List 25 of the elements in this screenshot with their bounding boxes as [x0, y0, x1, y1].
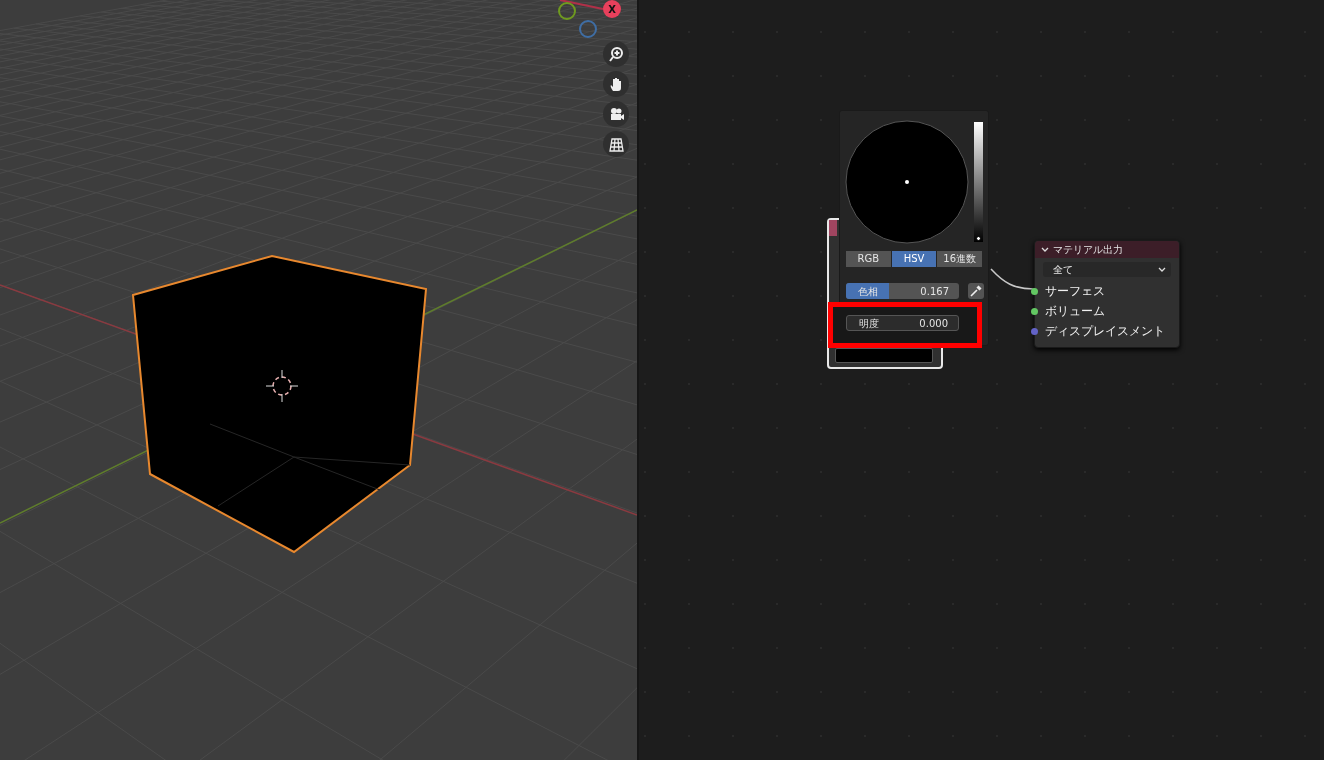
color-mode-tab[interactable]: RGB	[846, 251, 891, 267]
socket-label: サーフェス	[1045, 283, 1105, 300]
socket-dot[interactable]	[1031, 307, 1038, 315]
axis-gizmo-line	[559, 0, 604, 10]
socket-label: ボリューム	[1045, 303, 1105, 320]
value-field[interactable]: 色相 0.167	[846, 283, 959, 299]
grid-icon[interactable]	[607, 135, 625, 153]
chevron-icon[interactable]	[1041, 246, 1049, 253]
socket-dot[interactable]	[1031, 287, 1038, 295]
eyedropper-button[interactable]	[968, 283, 984, 299]
target-dropdown[interactable]: 全て	[1043, 262, 1171, 277]
node-header-strip	[829, 220, 837, 236]
color-mode-tab[interactable]: 16進数	[937, 251, 982, 267]
axis-gizmo-ball[interactable]: X	[603, 0, 621, 18]
axis-gizmo-ball[interactable]	[558, 2, 576, 20]
zoom-icon[interactable]	[607, 45, 625, 63]
chevron-icon	[1158, 266, 1166, 273]
wheel-cursor-dot	[905, 180, 909, 184]
node-title: マテリアル出力	[1053, 243, 1123, 257]
eyedropper-icon	[970, 285, 982, 297]
value-field[interactable]: 明度 0.000	[846, 315, 959, 331]
socket-dot[interactable]	[1031, 327, 1038, 335]
color-mode-tab[interactable]: HSV	[891, 251, 937, 267]
3d-cursor-icon	[265, 369, 299, 403]
socket-label: ディスプレイスメント	[1045, 323, 1165, 340]
